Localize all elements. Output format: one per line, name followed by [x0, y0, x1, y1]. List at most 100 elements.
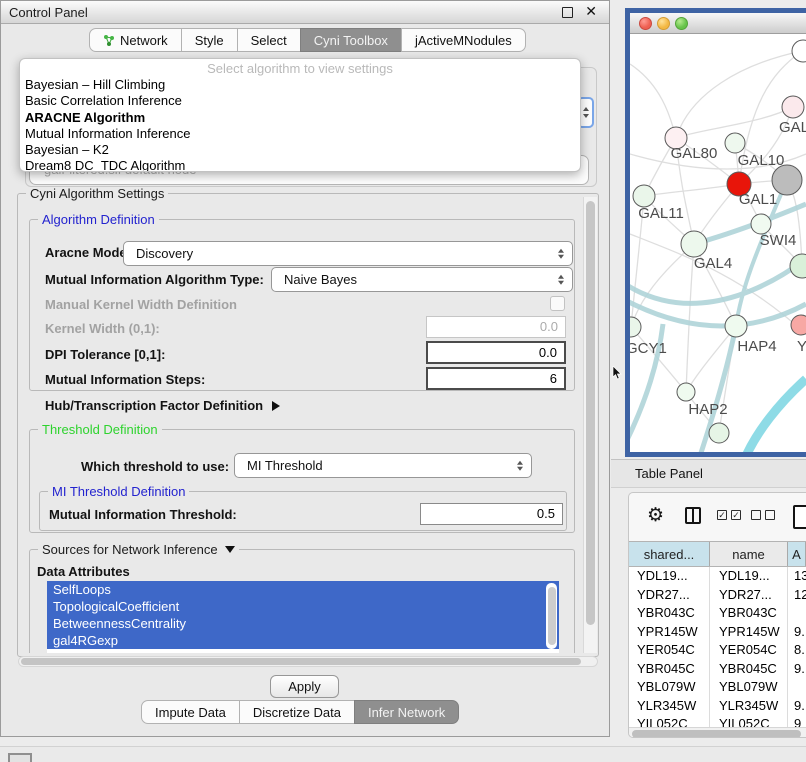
- dropdown-option[interactable]: ARACNE Algorithm: [20, 110, 580, 126]
- table-horizontal-scrollbar[interactable]: [629, 727, 806, 738]
- tab-cyni-toolbox[interactable]: Cyni Toolbox: [300, 28, 402, 52]
- tab-label: Cyni Toolbox: [314, 33, 388, 48]
- network-node-gal[interactable]: [782, 96, 804, 118]
- network-node-hap4[interactable]: [725, 315, 747, 337]
- tab-label: Select: [251, 33, 287, 48]
- settings-horizontal-scrollbar[interactable]: [18, 656, 598, 667]
- mi-algorithm-type-combobox[interactable]: Naive Bayes: [271, 267, 573, 292]
- table-panel-title: Table Panel: [635, 466, 703, 481]
- select-all-icon[interactable]: ✓✓: [717, 510, 741, 520]
- table-hscroll-thumb[interactable]: [632, 730, 801, 738]
- kernel-width-field[interactable]: 0.0: [426, 316, 566, 338]
- attribute-list-item[interactable]: SelfLoops: [47, 581, 559, 598]
- attribute-list-item[interactable]: BetweennessCentrality: [47, 615, 559, 632]
- network-node-swi4[interactable]: [751, 214, 771, 234]
- tab-infer-network[interactable]: Infer Network: [354, 700, 459, 724]
- table-cell: 9.: [788, 623, 806, 642]
- settings-vertical-scrollbar[interactable]: [583, 197, 597, 653]
- network-canvas[interactable]: GALGAL80GAL10GAL1GAL11SWI4GAL4GCY1HAP4YH…: [630, 34, 806, 452]
- dropdown-options: Bayesian – Hill ClimbingBasic Correlatio…: [20, 77, 580, 172]
- aracne-mode-combobox[interactable]: Discovery: [123, 241, 573, 266]
- mutual-information-threshold-field[interactable]: 0.5: [420, 503, 563, 525]
- dropdown-option[interactable]: Basic Correlation Inference: [20, 93, 580, 109]
- network-node-hap2[interactable]: [677, 383, 695, 401]
- tab-jactivemnodules[interactable]: jActiveMNodules: [401, 28, 526, 52]
- control-panel-title: Control Panel: [9, 5, 88, 20]
- apply-button[interactable]: Apply: [270, 675, 339, 698]
- gear-icon[interactable]: ⚙: [647, 504, 664, 527]
- table-cell: YBL079W: [710, 678, 788, 697]
- settings-hscroll-thumb[interactable]: [21, 658, 581, 665]
- dropdown-option[interactable]: Bayesian – K2: [20, 142, 580, 158]
- sources-title[interactable]: Sources for Network Inference: [38, 542, 239, 557]
- dpi-tolerance-field[interactable]: 0.0: [426, 341, 566, 364]
- which-threshold-combobox[interactable]: MI Threshold: [234, 453, 532, 478]
- settings-vscroll-thumb[interactable]: [586, 201, 595, 625]
- mi-threshold-definition-title: MI Threshold Definition: [48, 484, 189, 499]
- table-cell: YPR145W: [629, 623, 710, 642]
- network-node-gcy1[interactable]: [630, 317, 641, 337]
- document-icon[interactable]: [793, 505, 806, 529]
- tab-impute-data[interactable]: Impute Data: [141, 700, 240, 724]
- column-header-3[interactable]: A: [788, 542, 806, 566]
- hub-transcription-factor-section[interactable]: Hub/Transcription Factor Definition: [45, 398, 280, 413]
- screen: Control Panel ✕ Network Style Select Cyni T…: [0, 0, 806, 762]
- zoom-traffic-light[interactable]: [675, 17, 688, 30]
- network-node[interactable]: [790, 254, 806, 278]
- table-row[interactable]: YDL19...YDL19...13: [629, 567, 806, 586]
- tab-label: Network: [120, 33, 168, 48]
- table-cell: YDL19...: [629, 567, 710, 586]
- table-row[interactable]: YDR27...YDR27...12: [629, 586, 806, 605]
- manual-kernel-width-checkbox[interactable]: [550, 296, 565, 311]
- table-header-row: shared...nameA: [629, 541, 806, 567]
- table-row[interactable]: YBR043CYBR043C: [629, 604, 806, 623]
- network-icon: [103, 34, 115, 46]
- table-row[interactable]: YIL052CYIL052C9: [629, 715, 806, 727]
- attribute-list-scrollbar[interactable]: [546, 583, 557, 649]
- table-cell: YBR045C: [629, 660, 710, 679]
- network-node-y[interactable]: [791, 315, 806, 335]
- column-header-1[interactable]: shared...: [629, 542, 710, 566]
- node-label: Y: [797, 338, 806, 355]
- table-row[interactable]: YLR345WYLR345W9.: [629, 697, 806, 716]
- network-node-gal10[interactable]: [725, 133, 745, 153]
- column-header-2[interactable]: name: [710, 542, 788, 566]
- table-panel-strip: Table Panel: [611, 459, 806, 488]
- network-node-gal4[interactable]: [681, 231, 707, 257]
- table-row[interactable]: YBL079WYBL079W: [629, 678, 806, 697]
- node-label: SWI4: [760, 232, 797, 249]
- table-cell: 9.: [788, 697, 806, 716]
- spinner-up-icon: [583, 107, 589, 111]
- dropdown-option[interactable]: Bayesian – Hill Climbing: [20, 77, 580, 93]
- split-columns-icon[interactable]: [685, 507, 701, 524]
- minimize-traffic-light[interactable]: [657, 17, 670, 30]
- table-row[interactable]: YER054CYER054C8.: [629, 641, 806, 660]
- attribute-list-item[interactable]: TopologicalCoefficient: [47, 598, 559, 615]
- tab-select[interactable]: Select: [237, 28, 301, 52]
- network-node[interactable]: [772, 165, 802, 195]
- node-label: GAL11: [638, 205, 684, 222]
- tab-style[interactable]: Style: [181, 28, 238, 52]
- close-icon[interactable]: ✕: [585, 3, 597, 20]
- dropdown-option[interactable]: Dream8 DC_TDC Algorithm: [20, 158, 580, 172]
- network-node[interactable]: [792, 40, 806, 62]
- tab-discretize-data[interactable]: Discretize Data: [239, 700, 355, 724]
- float-window-icon[interactable]: [562, 7, 573, 18]
- minimized-panel-icon[interactable]: [8, 753, 32, 762]
- close-traffic-light[interactable]: [639, 17, 652, 30]
- table-row[interactable]: YBR045CYBR045C9.: [629, 660, 806, 679]
- combo-arrows-icon: [558, 274, 564, 285]
- network-node[interactable]: [709, 423, 729, 443]
- data-attributes-list[interactable]: SelfLoopsTopologicalCoefficientBetweenne…: [47, 581, 559, 653]
- tab-network[interactable]: Network: [89, 28, 182, 52]
- tab-label: Impute Data: [155, 705, 226, 720]
- dropdown-option[interactable]: Mutual Information Inference: [20, 126, 580, 142]
- attribute-list-item[interactable]: gal4RGexp: [47, 632, 559, 649]
- deselect-all-icon[interactable]: [751, 510, 775, 520]
- expanded-arrow-icon: [225, 546, 235, 553]
- table-row[interactable]: YPR145WYPR145W9.: [629, 623, 806, 642]
- network-node-gal11[interactable]: [633, 185, 655, 207]
- table-cell: YDR27...: [629, 586, 710, 605]
- algorithm-dropdown-popup: Select algorithm to view settings Bayesi…: [19, 58, 581, 172]
- mi-steps-field[interactable]: 6: [426, 367, 566, 390]
